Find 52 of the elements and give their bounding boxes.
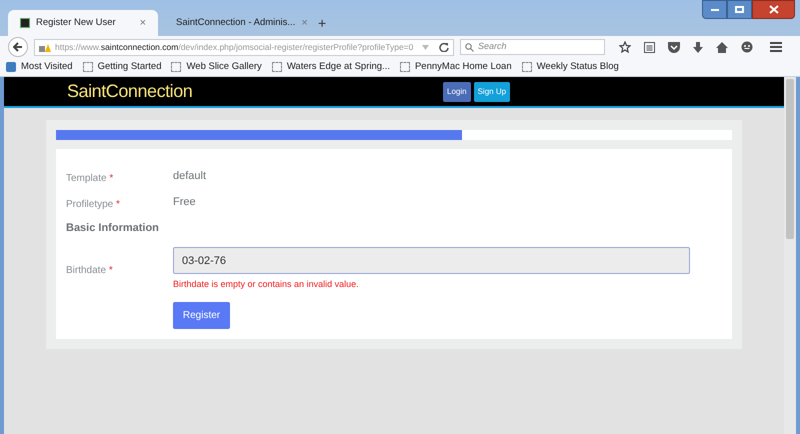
url-text: https://www.saintconnection.com/dev/index.php/jomsocial-register/registerProfile?profileType=0	[55, 40, 414, 54]
close-window-button[interactable]	[752, 0, 795, 19]
field-value: Free	[173, 194, 196, 210]
bookmark-item[interactable]: Most Visited	[6, 60, 73, 74]
back-arrow-icon	[13, 42, 23, 52]
bookmark-item[interactable]: Weekly Status Blog	[522, 60, 619, 74]
star-icon[interactable]	[619, 41, 631, 53]
smiley-icon[interactable]	[741, 41, 753, 53]
tab-title: Register New User	[36, 16, 117, 30]
tab-close-button[interactable]: ×	[140, 14, 146, 32]
bookmark-item[interactable]: Getting Started	[82, 60, 162, 74]
close-icon	[768, 5, 778, 14]
search-icon	[465, 42, 474, 52]
home-icon[interactable]	[716, 42, 728, 52]
dropdown-icon	[422, 44, 429, 50]
login-button[interactable]: Login	[443, 82, 471, 102]
section-heading: Basic Information	[66, 220, 159, 236]
scrollbar[interactable]	[784, 77, 796, 434]
back-button[interactable]	[8, 37, 28, 57]
page-icon	[522, 62, 532, 72]
page-icon	[82, 62, 93, 72]
download-icon[interactable]	[693, 42, 703, 52]
browser-tab[interactable]: SaintConnection - Adminis... ×	[158, 10, 308, 36]
error-message: Birthdate is empty or contains an invalid value.	[173, 278, 360, 291]
menu-icon[interactable]	[770, 42, 782, 52]
minimize-button[interactable]	[702, 0, 727, 19]
page-icon	[171, 62, 182, 72]
lock-warning-icon	[39, 42, 51, 52]
search-placeholder: Search	[478, 40, 507, 54]
bookmark-item[interactable]: Waters Edge at Spring...	[272, 60, 390, 74]
field-value: default	[173, 168, 206, 184]
tab-title: SaintConnection - Adminis...	[176, 16, 296, 30]
browser-tab[interactable]: Register New User ×	[8, 10, 158, 36]
field-label: Template *	[66, 172, 114, 186]
page-icon	[272, 62, 282, 72]
site-favicon-icon	[20, 18, 30, 28]
field-label: Birthdate *	[66, 264, 114, 278]
new-tab-button[interactable]: +	[308, 10, 336, 36]
bookmark-folder-icon	[6, 62, 16, 72]
site-logo[interactable]: SaintConnection	[67, 78, 192, 105]
bookmark-item[interactable]: Web Slice Gallery	[171, 60, 262, 74]
maximize-button[interactable]	[727, 0, 752, 19]
page-icon	[400, 62, 410, 72]
pocket-icon[interactable]	[668, 42, 680, 52]
reading-list-icon[interactable]	[644, 41, 655, 53]
address-bar[interactable]: https://www.saintconnection.com/dev/index.php/jomsocial-register/registerProfile?profileType=0	[34, 38, 454, 56]
field-label: Profiletype *	[66, 198, 121, 212]
reload-icon	[439, 42, 449, 52]
birthdate-input[interactable]: 03-02-76	[173, 247, 690, 274]
register-button[interactable]: Register	[173, 302, 230, 328]
search-field[interactable]: Search	[460, 39, 605, 55]
bookmark-item[interactable]: PennyMac Home Loan	[400, 60, 512, 74]
